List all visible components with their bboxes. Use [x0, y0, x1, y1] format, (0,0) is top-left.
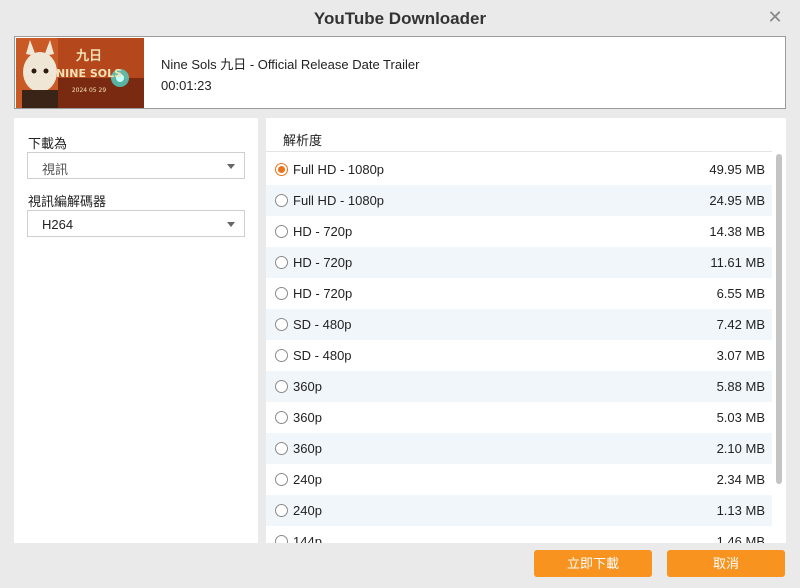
radio-button[interactable]: [275, 256, 288, 269]
format-select-value: 視訊: [42, 162, 69, 177]
resolution-row[interactable]: HD - 720p 14.38 MB: [266, 216, 772, 247]
resolution-size: 2.10 MB: [716, 441, 765, 456]
chevron-down-icon: [227, 222, 235, 227]
radio-button[interactable]: [275, 411, 288, 424]
radio-button[interactable]: [275, 225, 288, 238]
resolution-quality: HD - 720p: [293, 286, 353, 301]
radio-button[interactable]: [275, 473, 288, 486]
window-title: YouTube Downloader: [313, 9, 487, 28]
radio-button[interactable]: [275, 194, 288, 207]
options-panel: 下載為 視訊 視訊編解碼器 H264: [14, 118, 258, 543]
resolution-size: 3.07 MB: [716, 348, 765, 363]
resolution-quality: 240p: [293, 503, 322, 518]
resolution-size: 24.95 MB: [709, 193, 765, 208]
format-select[interactable]: 視訊: [27, 152, 245, 179]
radio-button[interactable]: [275, 287, 288, 300]
resolution-quality: 240p: [293, 472, 322, 487]
resolution-quality: 360p: [293, 410, 322, 425]
resolution-quality: 360p: [293, 441, 322, 456]
codec-label: 視訊編解碼器: [28, 194, 107, 209]
codec-select-value: H264: [42, 217, 74, 232]
resolution-size: 14.38 MB: [709, 224, 765, 239]
resolution-quality: SD - 480p: [293, 348, 352, 363]
resolution-row[interactable]: 240p 2.34 MB: [266, 464, 772, 495]
video-title: Nine Sols 九日 - Official Release Date Tra…: [161, 57, 420, 72]
header-divider: [266, 151, 772, 152]
resolution-row[interactable]: Full HD - 1080p 49.95 MB: [266, 154, 772, 185]
radio-button[interactable]: [275, 318, 288, 331]
resolution-row[interactable]: 360p 5.88 MB: [266, 371, 772, 402]
thumbnail-logo-text: NINE SOLS: [56, 67, 122, 80]
thumbnail-logo-cjk: 九日: [75, 49, 102, 64]
resolution-quality: SD - 480p: [293, 317, 352, 332]
radio-button[interactable]: [275, 349, 288, 362]
video-duration: 00:01:23: [161, 78, 212, 93]
resolution-row[interactable]: 360p 2.10 MB: [266, 433, 772, 464]
resolution-size: 2.34 MB: [716, 472, 765, 487]
cancel-button[interactable]: 取消: [667, 550, 785, 577]
thumbnail-date-text: 2024 05 29: [72, 87, 107, 94]
resolution-row[interactable]: HD - 720p 11.61 MB: [266, 247, 772, 278]
resolution-panel: 解析度 Full HD - 1080p 49.95 MB Full HD - 108…: [266, 118, 786, 543]
resolution-quality: HD - 720p: [293, 255, 353, 270]
chevron-down-icon: [227, 164, 235, 169]
scrollbar[interactable]: [776, 154, 782, 484]
resolution-size: 5.88 MB: [716, 379, 765, 394]
download-now-button[interactable]: 立即下載: [534, 550, 652, 577]
radio-button[interactable]: [275, 504, 288, 517]
resolution-row[interactable]: 144p 1.46 MB: [266, 526, 772, 543]
radio-button[interactable]: [275, 163, 288, 176]
resolution-row[interactable]: SD - 480p 3.07 MB: [266, 340, 772, 371]
resolution-row[interactable]: 360p 5.03 MB: [266, 402, 772, 433]
resolution-size: 1.46 MB: [716, 534, 765, 543]
resolution-size: 11.61 MB: [710, 255, 765, 270]
resolution-quality: Full HD - 1080p: [293, 162, 385, 177]
close-icon[interactable]: ✕: [766, 8, 784, 26]
resolution-quality: 144p: [293, 534, 322, 543]
resolution-size: 1.13 MB: [716, 503, 765, 518]
resolution-size: 7.42 MB: [716, 317, 765, 332]
resolution-quality: Full HD - 1080p: [293, 193, 385, 208]
title-bar: YouTube Downloader ✕: [0, 0, 800, 36]
radio-button[interactable]: [275, 380, 288, 393]
resolution-row[interactable]: SD - 480p 7.42 MB: [266, 309, 772, 340]
resolution-quality: HD - 720p: [293, 224, 353, 239]
resolution-size: 49.95 MB: [709, 162, 765, 177]
resolution-size: 6.55 MB: [716, 286, 765, 301]
radio-button[interactable]: [275, 535, 288, 543]
resolution-header: 解析度: [283, 133, 323, 148]
radio-button[interactable]: [275, 442, 288, 455]
video-info-panel: 九日 NINE SOLS 2024 05 29 Nine Sols 九日 - O…: [14, 36, 786, 109]
format-label: 下載為: [28, 136, 68, 151]
resolution-list[interactable]: Full HD - 1080p 49.95 MB Full HD - 1080p 24…: [266, 154, 772, 543]
video-thumbnail: 九日 NINE SOLS 2024 05 29: [16, 38, 144, 108]
codec-select[interactable]: H264: [27, 210, 245, 237]
resolution-row[interactable]: 240p 1.13 MB: [266, 495, 772, 526]
resolution-quality: 360p: [293, 379, 322, 394]
resolution-row[interactable]: HD - 720p 6.55 MB: [266, 278, 772, 309]
resolution-row[interactable]: Full HD - 1080p 24.95 MB: [266, 185, 772, 216]
resolution-size: 5.03 MB: [716, 410, 765, 425]
